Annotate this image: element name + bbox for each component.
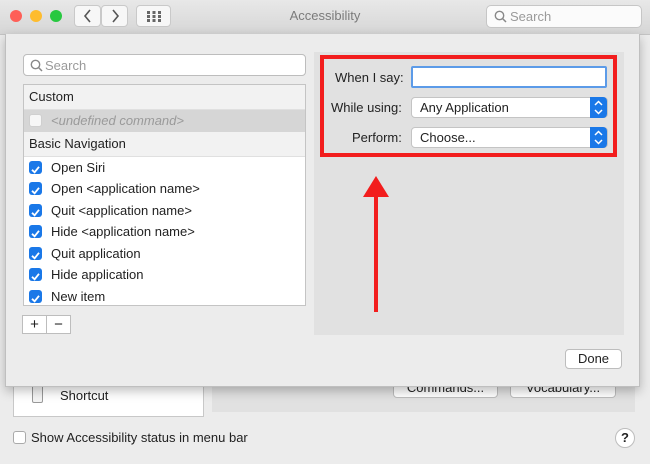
search-icon (30, 59, 43, 72)
checkbox-checked[interactable] (29, 225, 42, 239)
checkbox-checked[interactable] (29, 268, 42, 282)
command-list[interactable]: Custom <undefined command> Basic Navigat… (23, 84, 306, 306)
add-command-button[interactable]: + (23, 316, 47, 333)
back-button[interactable] (74, 5, 101, 27)
list-item-label: Open Siri (51, 159, 106, 175)
done-button[interactable]: Done (565, 349, 622, 369)
remove-command-button[interactable]: − (47, 316, 70, 333)
checkmark-icon (31, 251, 40, 260)
group-header-custom: Custom (24, 85, 305, 110)
close-window-button[interactable] (10, 10, 22, 22)
command-search-input[interactable]: Search (23, 54, 306, 76)
minimize-window-button[interactable] (30, 10, 42, 22)
checkmark-icon (31, 230, 40, 238)
show-all-button[interactable] (136, 5, 171, 27)
checkbox-checked[interactable] (29, 203, 42, 217)
list-item-label: Hide <application name> (51, 224, 195, 239)
search-icon (494, 10, 507, 23)
title-bar: Accessibility Search (0, 0, 650, 35)
list-item[interactable]: Hide <application name> (24, 221, 305, 243)
list-item[interactable]: Quit <application name> (24, 200, 305, 222)
grid-icon (146, 11, 161, 22)
checkbox-checked[interactable] (29, 182, 42, 196)
checkmark-icon (31, 294, 40, 303)
shortcut-label: Shortcut (60, 388, 109, 403)
list-item[interactable]: Quit application (24, 243, 305, 265)
checkmark-icon (31, 165, 40, 174)
checkbox[interactable] (29, 114, 42, 128)
chevron-left-icon (83, 9, 91, 23)
command-search-placeholder: Search (45, 58, 87, 73)
window-title: Accessibility (289, 8, 361, 23)
zoom-window-button[interactable] (50, 10, 62, 22)
list-item[interactable]: New item (24, 286, 305, 306)
checkmark-icon (31, 187, 40, 195)
up-arrow-icon (363, 176, 389, 312)
highlight-box (320, 55, 617, 157)
checkbox-checked[interactable] (29, 246, 42, 260)
list-item[interactable]: Hide application (24, 264, 305, 286)
list-item-label: Hide application (51, 267, 144, 282)
checkbox-checked[interactable] (29, 160, 42, 174)
status-menu-bar-checkbox[interactable] (13, 431, 26, 444)
add-remove-control: + − (22, 315, 71, 334)
list-item-label: Quit <application name> (51, 202, 192, 218)
checkmark-icon (31, 208, 40, 217)
chevron-right-icon (111, 9, 119, 23)
group-header-basic-navigation: Basic Navigation (24, 131, 305, 157)
list-item-label: Open <application name> (51, 181, 200, 196)
checkbox-checked[interactable] (29, 289, 42, 303)
keyboard-icon (32, 385, 43, 403)
list-item-label: New item (51, 288, 106, 304)
list-item-label: Quit application (51, 245, 141, 261)
help-button[interactable]: ? (615, 428, 635, 448)
list-item[interactable]: Open Siri (24, 157, 305, 179)
window-search-placeholder: Search (510, 9, 552, 24)
list-item[interactable]: <undefined command> (24, 110, 305, 132)
forward-button[interactable] (101, 5, 128, 27)
window-search-input[interactable]: Search (486, 5, 642, 28)
list-item-label: <undefined command> (51, 113, 184, 128)
list-item[interactable]: Open <application name> (24, 178, 305, 200)
checkmark-icon (31, 273, 40, 281)
status-menu-bar-label: Show Accessibility status in menu bar (31, 430, 248, 445)
